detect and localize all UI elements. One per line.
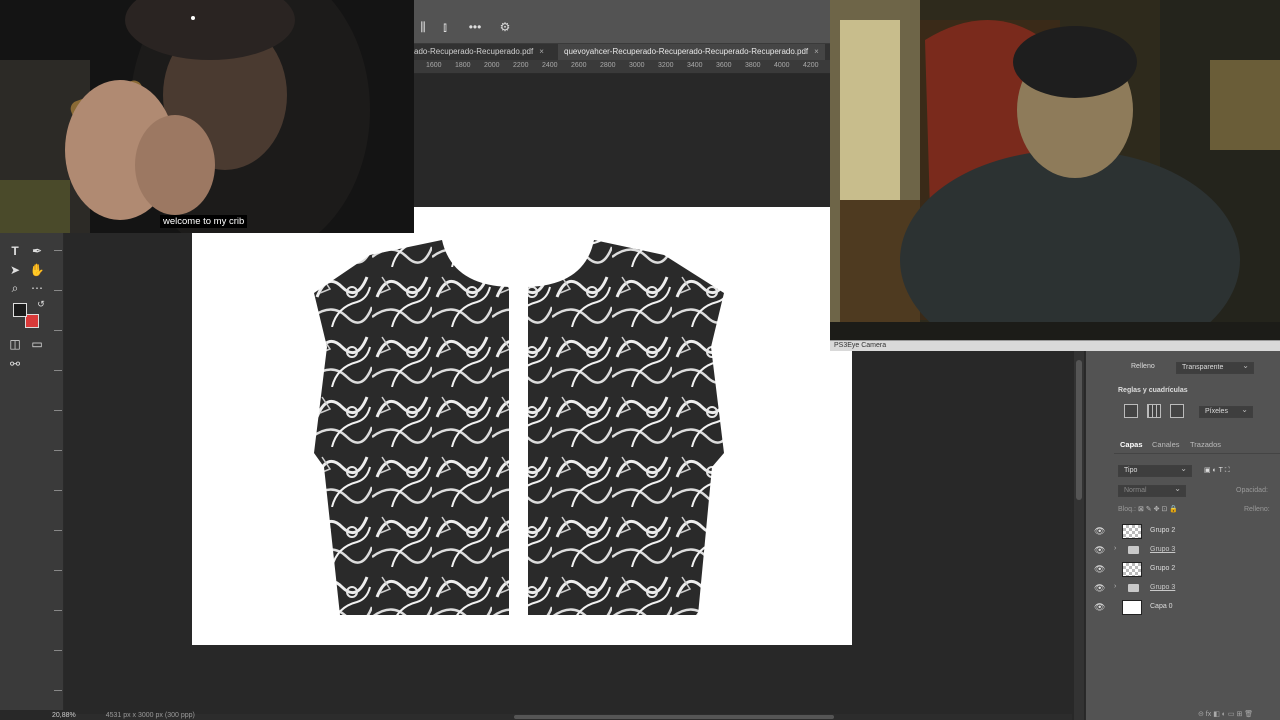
extra-tool-icon[interactable]: ⚯ — [7, 356, 23, 372]
document-canvas[interactable] — [192, 207, 852, 645]
hand-tool-icon[interactable]: ✋ — [29, 262, 45, 278]
layer-name: Capa 0 — [1150, 603, 1173, 610]
tools-panel: T ✒ ➤ ✋ ⌕ ⋯ ↺ ◫ ▭ ⚯ — [0, 230, 52, 710]
ruler-tick: 2400 — [542, 62, 558, 69]
filter-icons[interactable]: ▣ ◐ T ⛶ — [1204, 466, 1230, 475]
screen-mode-icon[interactable]: ▭ — [29, 336, 45, 352]
layer-row[interactable]: 👁 › Grupo 3 — [1094, 541, 1280, 560]
foreground-color-swatch[interactable] — [13, 303, 27, 317]
vertical-scrollbar[interactable] — [1074, 350, 1084, 720]
units-dropdown[interactable]: Píxeles — [1199, 405, 1253, 418]
chevron-right-icon[interactable]: › — [1114, 545, 1116, 552]
ruler-tick: 1800 — [455, 62, 471, 69]
guides-icon[interactable] — [1170, 404, 1184, 418]
zoom-tool-icon[interactable]: ⌕ — [7, 280, 23, 296]
horizontal-scrollbar[interactable] — [64, 714, 1072, 720]
status-bar: 20,88% 4531 px x 3000 px (300 ppp) — [52, 712, 195, 719]
layer-thumbnail — [1122, 524, 1142, 539]
ruler-tick: 3800 — [745, 62, 761, 69]
lock-icons[interactable]: ⊠ ✎ ✥ ⊡ 🔒 — [1138, 505, 1178, 513]
pen-tool-icon[interactable]: ✒ — [29, 243, 45, 259]
tab-label: quevoyahcer-Recuperado-Recuperado-Recupe… — [564, 47, 809, 56]
layer-row[interactable]: 👁 Grupo 2 — [1094, 560, 1280, 579]
photoshop-window: ⫼ ⫾ ••• ⚙ ado-Recuperado-Recuperado.pdf ×… — [0, 0, 1280, 720]
more-options-icon[interactable]: ••• — [468, 20, 482, 34]
ruler-tick: 2000 — [484, 62, 500, 69]
ruler-tick: 2800 — [600, 62, 616, 69]
tab-channels[interactable]: Canales — [1152, 440, 1180, 449]
layer-name: Grupo 2 — [1150, 565, 1176, 572]
folder-icon — [1128, 546, 1139, 554]
layer-row[interactable]: 👁 Grupo 2 — [1094, 522, 1280, 541]
swap-colors-icon[interactable]: ↺ — [33, 296, 49, 312]
subtitle-caption: welcome to my crib — [160, 215, 248, 228]
ruler-tick: 1600 — [426, 62, 442, 69]
fill-opacity-label: Relleno: — [1244, 506, 1270, 513]
tab-label: ado-Recuperado-Recuperado.pdf — [414, 47, 534, 56]
layer-name: Grupo 2 — [1150, 527, 1176, 534]
webcam-left-image — [0, 0, 414, 233]
webcam-left: welcome to my crib — [0, 0, 414, 233]
ruler-tick: 4200 — [803, 62, 819, 69]
tab-paths[interactable]: Trazados — [1190, 440, 1221, 449]
layer-filter-dropdown[interactable]: Tipo — [1118, 464, 1192, 477]
fill-label: Relleno — [1131, 363, 1155, 370]
document-size: 4531 px x 3000 px (300 ppp) — [105, 712, 195, 719]
layer-name: Grupo 3 — [1150, 546, 1176, 553]
close-icon[interactable]: × — [814, 47, 819, 56]
eye-icon[interactable]: 👁 — [1094, 583, 1105, 594]
right-panels: Relleno Transparente Reglas y cuadrícula… — [1085, 350, 1280, 720]
right-front-panel — [528, 240, 724, 615]
distribute-icon[interactable]: ⫼ — [416, 20, 430, 34]
eye-icon[interactable]: 👁 — [1094, 564, 1105, 575]
shirt-pattern-artwork — [314, 240, 724, 615]
ruler-tick: 2600 — [571, 62, 587, 69]
layer-row[interactable]: 👁 › Grupo 3 — [1094, 579, 1280, 598]
scroll-thumb[interactable] — [514, 715, 834, 719]
left-front-panel — [314, 240, 509, 615]
ruler-tick: 3400 — [687, 62, 703, 69]
grids-section-title[interactable]: Reglas y cuadrículas — [1118, 387, 1188, 394]
zoom-level[interactable]: 20,88% — [52, 712, 76, 719]
tab-document-2[interactable]: quevoyahcer-Recuperado-Recuperado-Recupe… — [558, 44, 825, 60]
layer-name: Grupo 3 — [1150, 584, 1176, 591]
quick-mask-icon[interactable]: ◫ — [7, 336, 23, 352]
tab-document-1[interactable]: ado-Recuperado-Recuperado.pdf × — [414, 44, 544, 60]
align-icon[interactable]: ⫾ — [438, 20, 452, 34]
layer-thumbnail — [1122, 600, 1142, 615]
webcam-right-image — [830, 0, 1280, 340]
opacity-label: Opacidad: — [1236, 487, 1268, 494]
chevron-right-icon[interactable]: › — [1114, 583, 1116, 590]
rulers-icon[interactable] — [1124, 404, 1138, 418]
eye-icon[interactable]: 👁 — [1094, 545, 1105, 556]
type-tool-icon[interactable]: T — [7, 243, 23, 259]
layer-row[interactable]: 👁 Capa 0 — [1094, 598, 1280, 617]
ruler-tick: 3000 — [629, 62, 645, 69]
scroll-thumb[interactable] — [1076, 360, 1082, 500]
move-select-icon[interactable]: ➤ — [7, 262, 23, 278]
eye-icon[interactable]: 👁 — [1094, 602, 1105, 613]
close-icon[interactable]: × — [539, 47, 544, 56]
more-tools-icon[interactable]: ⋯ — [29, 280, 45, 296]
webcam-label: PS3Eye Camera — [830, 340, 1280, 351]
eye-icon[interactable]: 👁 — [1094, 526, 1105, 537]
blend-mode-dropdown[interactable]: Normal — [1118, 484, 1186, 497]
layer-actions-icons[interactable]: ⊝ fx ◧ ◐ ▭ ⊞ 🗑 — [1198, 710, 1253, 718]
grid-icon[interactable] — [1147, 404, 1161, 418]
ruler-tick: 3200 — [658, 62, 674, 69]
lock-label: Bloq.: — [1118, 506, 1136, 513]
ruler-tick: 4000 — [774, 62, 790, 69]
background-color-swatch[interactable] — [25, 314, 39, 328]
folder-icon — [1128, 584, 1139, 592]
tab-layers[interactable]: Capas — [1120, 440, 1143, 449]
layer-thumbnail — [1122, 562, 1142, 577]
gear-icon[interactable]: ⚙ — [498, 20, 512, 34]
ruler-tick: 3600 — [716, 62, 732, 69]
vertical-ruler — [52, 230, 64, 710]
webcam-right — [830, 0, 1280, 340]
ruler-tick: 2200 — [513, 62, 529, 69]
fill-dropdown[interactable]: Transparente — [1176, 361, 1254, 374]
